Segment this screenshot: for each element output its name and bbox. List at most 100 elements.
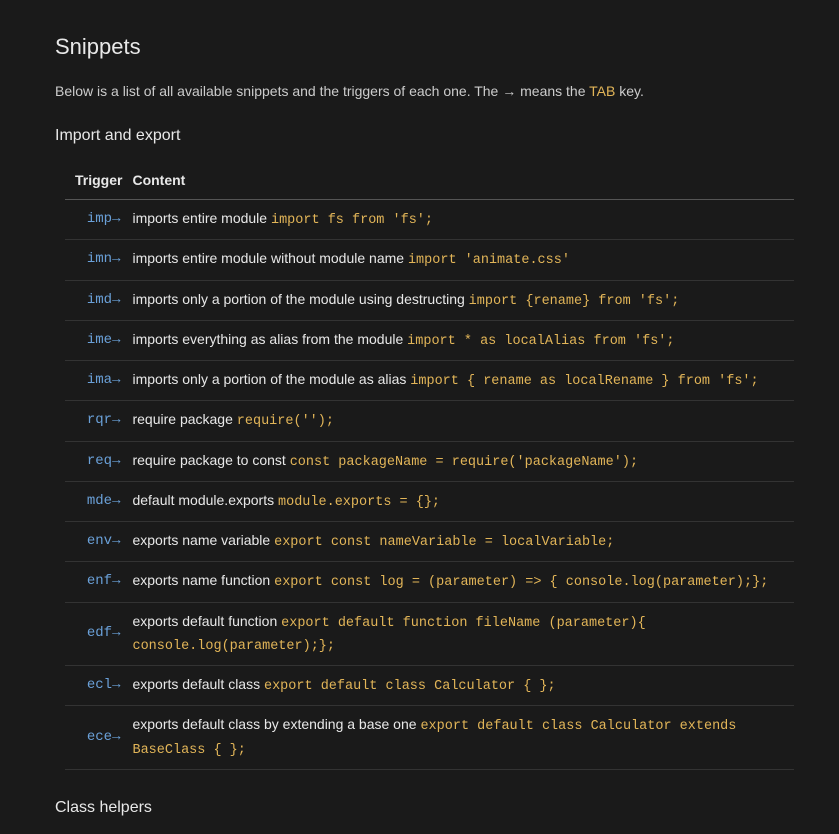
intro-paragraph: Below is a list of all available snippet…	[55, 81, 784, 102]
content-cell: require package to const const packageNa…	[132, 441, 794, 481]
header-trigger: Trigger	[65, 162, 132, 200]
tab-arrow-icon: →	[112, 251, 120, 267]
trigger-text: edf	[87, 625, 112, 641]
content-code: const packageName = require('packageName…	[290, 455, 638, 470]
table-row: ece→exports default class by extending a…	[65, 706, 794, 770]
trigger-text: mde	[87, 493, 112, 509]
table-row: imd→imports only a portion of the module…	[65, 280, 794, 320]
content-code: require('');	[237, 414, 334, 429]
content-code: import * as localAlias from 'fs';	[407, 334, 674, 349]
content-cell: imports entire module import fs from 'fs…	[132, 200, 794, 240]
trigger-cell: ime→	[65, 320, 132, 360]
content-description: exports default class	[132, 676, 264, 692]
content-cell: exports default class export default cla…	[132, 666, 794, 706]
content-cell: exports default function export default …	[132, 602, 794, 666]
section-class-helpers-title: Class helpers	[55, 796, 784, 820]
tab-key-label: TAB	[589, 83, 615, 99]
table-row: ime→imports everything as alias from the…	[65, 320, 794, 360]
tab-arrow-glyph: →	[502, 83, 516, 99]
trigger-cell: ece→	[65, 706, 132, 770]
table-row: ecl→exports default class export default…	[65, 666, 794, 706]
table-row: imn→imports entire module without module…	[65, 240, 794, 280]
content-code: import fs from 'fs';	[271, 213, 433, 228]
content-description: exports default function	[132, 613, 281, 629]
tab-arrow-icon: →	[112, 332, 120, 348]
trigger-text: ima	[87, 372, 112, 388]
trigger-cell: req→	[65, 441, 132, 481]
content-description: imports entire module without module nam…	[132, 250, 407, 266]
page-title: Snippets	[55, 30, 784, 63]
trigger-text: ece	[87, 729, 112, 745]
trigger-cell: edf→	[65, 602, 132, 666]
table-header-row: Trigger Content	[65, 162, 794, 200]
content-cell: exports default class by extending a bas…	[132, 706, 794, 770]
content-cell: imports only a portion of the module as …	[132, 361, 794, 401]
trigger-cell: enf→	[65, 562, 132, 602]
snippets-table-import-export: Trigger Content imp→imports entire modul…	[65, 162, 794, 770]
tab-arrow-icon: →	[112, 372, 120, 388]
tab-arrow-icon: →	[112, 677, 120, 693]
content-code: export const nameVariable = localVariabl…	[274, 535, 614, 550]
trigger-text: env	[87, 533, 112, 549]
tab-arrow-icon: →	[112, 292, 120, 308]
trigger-text: imn	[87, 251, 112, 267]
content-description: imports only a portion of the module as …	[132, 371, 410, 387]
content-cell: imports only a portion of the module usi…	[132, 280, 794, 320]
table-row: mde→default module.exports module.export…	[65, 481, 794, 521]
section-import-export-title: Import and export	[55, 124, 784, 148]
trigger-text: ecl	[87, 677, 112, 693]
trigger-cell: rqr→	[65, 401, 132, 441]
content-code: import {rename} from 'fs';	[469, 294, 680, 309]
trigger-text: rqr	[87, 412, 112, 428]
content-cell: imports everything as alias from the mod…	[132, 320, 794, 360]
table-row: req→require package to const const packa…	[65, 441, 794, 481]
content-description: require package	[132, 411, 236, 427]
table-row: rqr→require package require('');	[65, 401, 794, 441]
content-cell: default module.exports module.exports = …	[132, 481, 794, 521]
trigger-cell: imn→	[65, 240, 132, 280]
content-code: import { rename as localRename } from 'f…	[410, 374, 758, 389]
content-code: import 'animate.css'	[408, 253, 570, 268]
content-description: exports name variable	[132, 532, 274, 548]
tab-arrow-icon: →	[112, 493, 120, 509]
table-row: imp→imports entire module import fs from…	[65, 200, 794, 240]
tab-arrow-icon: →	[112, 625, 120, 641]
trigger-cell: ecl→	[65, 666, 132, 706]
trigger-cell: mde→	[65, 481, 132, 521]
trigger-text: req	[87, 453, 112, 469]
content-cell: exports name function export const log =…	[132, 562, 794, 602]
content-description: require package to const	[132, 452, 289, 468]
trigger-cell: imd→	[65, 280, 132, 320]
trigger-text: ime	[87, 332, 112, 348]
content-code: module.exports = {};	[278, 495, 440, 510]
tab-arrow-icon: →	[112, 211, 120, 227]
trigger-cell: ima→	[65, 361, 132, 401]
content-cell: imports entire module without module nam…	[132, 240, 794, 280]
content-description: imports only a portion of the module usi…	[132, 291, 468, 307]
trigger-text: imd	[87, 292, 112, 308]
content-description: imports everything as alias from the mod…	[132, 331, 407, 347]
trigger-cell: env→	[65, 522, 132, 562]
content-cell: require package require('');	[132, 401, 794, 441]
intro-text-pre: Below is a list of all available snippet…	[55, 83, 502, 99]
table-row: env→exports name variable export const n…	[65, 522, 794, 562]
tab-arrow-icon: →	[112, 412, 120, 428]
trigger-cell: imp→	[65, 200, 132, 240]
intro-text-post: key.	[615, 83, 644, 99]
content-code: export const log = (parameter) => { cons…	[274, 575, 768, 590]
tab-arrow-icon: →	[112, 729, 120, 745]
content-description: default module.exports	[132, 492, 278, 508]
tab-arrow-icon: →	[112, 573, 120, 589]
tab-arrow-icon: →	[112, 533, 120, 549]
tab-arrow-icon: →	[112, 453, 120, 469]
header-content: Content	[132, 162, 794, 200]
content-code: export default class Calculator { };	[264, 679, 556, 694]
content-cell: exports name variable export const nameV…	[132, 522, 794, 562]
table-row: ima→imports only a portion of the module…	[65, 361, 794, 401]
content-description: exports name function	[132, 572, 274, 588]
trigger-text: imp	[87, 211, 112, 227]
table-row: edf→exports default function export defa…	[65, 602, 794, 666]
intro-text-mid: means the	[516, 83, 589, 99]
content-description: imports entire module	[132, 210, 271, 226]
trigger-text: enf	[87, 573, 112, 589]
